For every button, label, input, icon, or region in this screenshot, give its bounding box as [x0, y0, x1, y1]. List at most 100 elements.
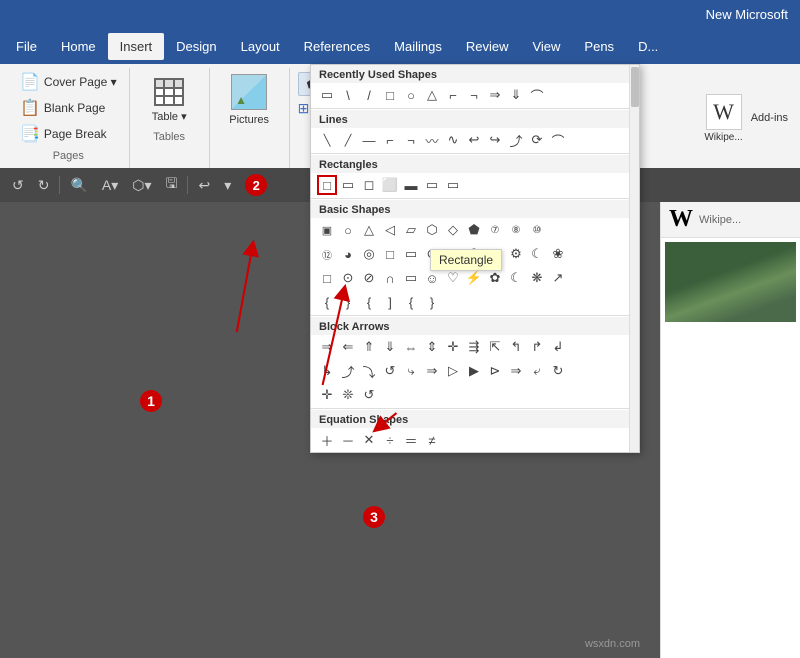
basic37[interactable]: }: [338, 292, 358, 312]
toolbar-redo[interactable]: ↻: [34, 175, 54, 196]
basic29[interactable]: ☺: [422, 268, 442, 288]
shape-circle[interactable]: ○: [401, 85, 421, 105]
basic12[interactable]: ⑫: [317, 244, 337, 264]
ba27[interactable]: ↺: [359, 385, 379, 405]
basic35[interactable]: ↗: [548, 268, 568, 288]
basic16[interactable]: ▭: [401, 244, 421, 264]
ba4[interactable]: ⇓: [380, 337, 400, 357]
menu-view[interactable]: View: [520, 33, 572, 60]
ba1[interactable]: ⇒: [317, 337, 337, 357]
scrollbar-thumb[interactable]: [631, 67, 639, 107]
basic34[interactable]: ❋: [527, 268, 547, 288]
wiki-btn[interactable]: W Wikipe...: [704, 94, 742, 143]
basic15[interactable]: □: [380, 244, 400, 264]
toolbar-shape[interactable]: ⬡▾: [128, 175, 155, 196]
ba11[interactable]: ↱: [527, 337, 547, 357]
ba12[interactable]: ↲: [548, 337, 568, 357]
line-step2[interactable]: ¬: [401, 130, 421, 150]
ba13[interactable]: ↳: [317, 361, 337, 381]
ba14[interactable]: ⤴: [338, 361, 358, 381]
basic40[interactable]: {: [401, 292, 421, 312]
basic11[interactable]: ⑩: [527, 220, 547, 240]
shape-rect[interactable]: ▭: [317, 85, 337, 105]
line-s3[interactable]: ⤴: [506, 130, 526, 150]
pictures-button[interactable]: Pictures: [219, 70, 279, 130]
blank-page-button[interactable]: 📋 Blank Page: [16, 96, 121, 120]
toolbar-undo[interactable]: ↩: [194, 175, 214, 196]
basic8[interactable]: ⬟: [464, 220, 484, 240]
ba16[interactable]: ↺: [380, 361, 400, 381]
rect2[interactable]: ▭: [338, 175, 358, 195]
menu-file[interactable]: File: [4, 33, 49, 60]
ba22[interactable]: ⇒: [506, 361, 526, 381]
line-s4[interactable]: ⟳: [527, 130, 547, 150]
basic33[interactable]: ☾: [506, 268, 526, 288]
basic1[interactable]: ▣: [317, 220, 337, 240]
basic39[interactable]: ]: [380, 292, 400, 312]
line-diag2[interactable]: ╱: [338, 130, 358, 150]
menu-home[interactable]: Home: [49, 33, 108, 60]
menu-mailings[interactable]: Mailings: [382, 33, 454, 60]
menu-pens[interactable]: Pens: [572, 33, 626, 60]
basic28[interactable]: ▭: [401, 268, 421, 288]
shape-arrow1[interactable]: ⇒: [485, 85, 505, 105]
basic27[interactable]: ∩: [380, 268, 400, 288]
toolbar-zoom[interactable]: 🔍: [66, 175, 91, 196]
basic3[interactable]: △: [359, 220, 379, 240]
ba15[interactable]: ⤵: [359, 361, 379, 381]
menu-insert[interactable]: Insert: [108, 33, 165, 60]
line-s1[interactable]: ↩: [464, 130, 484, 150]
basic26[interactable]: ⊘: [359, 268, 379, 288]
ba6[interactable]: ⇕: [422, 337, 442, 357]
shape-line1[interactable]: \: [338, 85, 358, 105]
eq3[interactable]: ✕: [359, 430, 379, 450]
ba3[interactable]: ⇑: [359, 337, 379, 357]
shape-triangle[interactable]: △: [422, 85, 442, 105]
ba10[interactable]: ↰: [506, 337, 526, 357]
basic10[interactable]: ⑧: [506, 220, 526, 240]
eq4[interactable]: ÷: [380, 430, 400, 450]
eq2[interactable]: －: [338, 430, 358, 450]
ba23[interactable]: ⤶: [527, 361, 547, 381]
cover-page-button[interactable]: 📄 Cover Page ▾: [16, 70, 121, 94]
basic13[interactable]: ◕: [338, 244, 358, 264]
basic38[interactable]: {: [359, 292, 379, 312]
ba25[interactable]: ✛: [317, 385, 337, 405]
rect7[interactable]: ▭: [443, 175, 463, 195]
basic31[interactable]: ⚡: [464, 268, 484, 288]
ba26[interactable]: ❊: [338, 385, 358, 405]
basic4[interactable]: ◁: [380, 220, 400, 240]
eq5[interactable]: ＝: [401, 430, 421, 450]
rect1[interactable]: □: [317, 175, 337, 195]
line-curve[interactable]: ∿: [443, 130, 463, 150]
menu-layout[interactable]: Layout: [229, 33, 292, 60]
basic23[interactable]: ❀: [548, 244, 568, 264]
shape-corner2[interactable]: ¬: [464, 85, 484, 105]
line-s2[interactable]: ↪: [485, 130, 505, 150]
eq1[interactable]: ＋: [317, 430, 337, 450]
ba8[interactable]: ⇶: [464, 337, 484, 357]
shape-arc[interactable]: ⌒: [527, 85, 547, 105]
ba18[interactable]: ⇒: [422, 361, 442, 381]
line-step1[interactable]: ⌐: [380, 130, 400, 150]
toolbar-more[interactable]: ▾: [220, 175, 235, 196]
ba9[interactable]: ⇱: [485, 337, 505, 357]
basic9[interactable]: ⑦: [485, 220, 505, 240]
ba17[interactable]: ⤷: [401, 361, 421, 381]
menu-references[interactable]: References: [292, 33, 382, 60]
basic7[interactable]: ◇: [443, 220, 463, 240]
shapes-scrollbar[interactable]: [629, 65, 639, 452]
basic5[interactable]: ▱: [401, 220, 421, 240]
table-button[interactable]: Table ▾: [144, 70, 195, 127]
basic41[interactable]: }: [422, 292, 442, 312]
ba24[interactable]: ↻: [548, 361, 568, 381]
ba2[interactable]: ⇐: [338, 337, 358, 357]
toolbar-save[interactable]: 🖫: [162, 171, 182, 199]
line-wave[interactable]: 〰: [422, 130, 442, 150]
rect5[interactable]: ▬: [401, 175, 421, 195]
menu-more[interactable]: D...: [626, 33, 670, 60]
line-horiz[interactable]: —: [359, 130, 379, 150]
basic22[interactable]: ☾: [527, 244, 547, 264]
toolbar-refresh[interactable]: ↺: [8, 175, 28, 196]
line-s5[interactable]: ⌒: [548, 130, 568, 150]
